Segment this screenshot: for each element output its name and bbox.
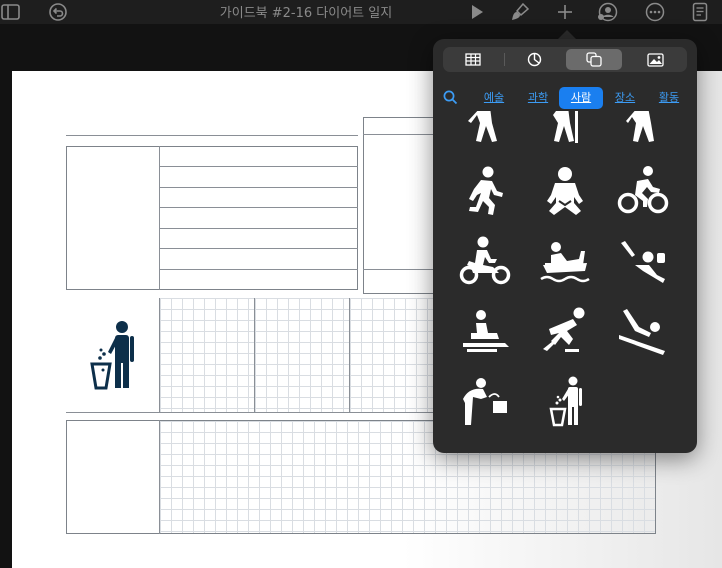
- rafting-icon[interactable]: [535, 233, 595, 289]
- profile-row-line: [159, 248, 358, 249]
- profile-row-line: [159, 228, 358, 229]
- skater-icon[interactable]: [535, 303, 595, 359]
- chart-icon: [527, 52, 541, 67]
- walking-person-2-icon[interactable]: [613, 111, 673, 147]
- category-activities[interactable]: 활동: [653, 89, 685, 107]
- motorcyclist-icon[interactable]: [455, 233, 515, 289]
- running-person-icon[interactable]: [455, 163, 515, 219]
- media-icon: [646, 52, 664, 67]
- media-tab[interactable]: [627, 49, 683, 70]
- cyclist-icon[interactable]: [613, 163, 673, 219]
- middle-grid-1: [160, 298, 254, 412]
- middle-grid-3: [350, 298, 433, 412]
- snorkeler-icon[interactable]: [613, 233, 673, 289]
- person-littering-icon[interactable]: [535, 373, 595, 429]
- segment-separator: [504, 53, 505, 66]
- category-places[interactable]: 장소: [609, 89, 641, 107]
- shapes-popover: 예술 과학 사람 장소 활동: [433, 39, 697, 453]
- plus-icon[interactable]: [554, 1, 576, 23]
- shape-grid: [433, 111, 697, 453]
- profile-row-line: [159, 269, 358, 270]
- profile-row-line: [159, 187, 358, 188]
- table-icon: [465, 53, 481, 66]
- category-art[interactable]: 예술: [478, 89, 510, 107]
- insert-type-segmented-control: [443, 47, 687, 72]
- more-icon[interactable]: [644, 1, 666, 23]
- collaborate-icon[interactable]: [597, 1, 619, 23]
- walking-person-icon[interactable]: [455, 111, 515, 147]
- baby-icon[interactable]: [535, 163, 595, 219]
- top-toolbar: 가이드북 #2-16 다이어트 일지: [0, 0, 722, 24]
- person-littering-icon[interactable]: [88, 318, 138, 390]
- category-people[interactable]: 사람: [559, 87, 603, 109]
- snowmobile-icon[interactable]: [455, 303, 515, 359]
- paintbrush-icon[interactable]: [509, 1, 531, 23]
- hiking-person-icon[interactable]: [535, 111, 595, 147]
- profile-row-line: [159, 166, 358, 167]
- drinking-fountain-icon[interactable]: [455, 373, 515, 429]
- shape-category-bar: 예술 과학 사람 장소 활동: [433, 87, 697, 109]
- shapes-tab[interactable]: [566, 49, 622, 70]
- table-tab[interactable]: [445, 49, 501, 70]
- chart-tab[interactable]: [506, 49, 562, 70]
- sledding-icon[interactable]: [613, 303, 673, 359]
- shapes-icon: [586, 52, 602, 67]
- log-label-column: [67, 421, 159, 533]
- search-icon[interactable]: [443, 90, 459, 106]
- category-science[interactable]: 과학: [522, 89, 554, 107]
- middle-grid-2: [255, 298, 349, 412]
- document-icon[interactable]: [689, 1, 711, 23]
- play-icon[interactable]: [466, 1, 488, 23]
- section-rule: [66, 412, 456, 413]
- profile-row-line: [159, 207, 358, 208]
- header-rule: [66, 135, 358, 136]
